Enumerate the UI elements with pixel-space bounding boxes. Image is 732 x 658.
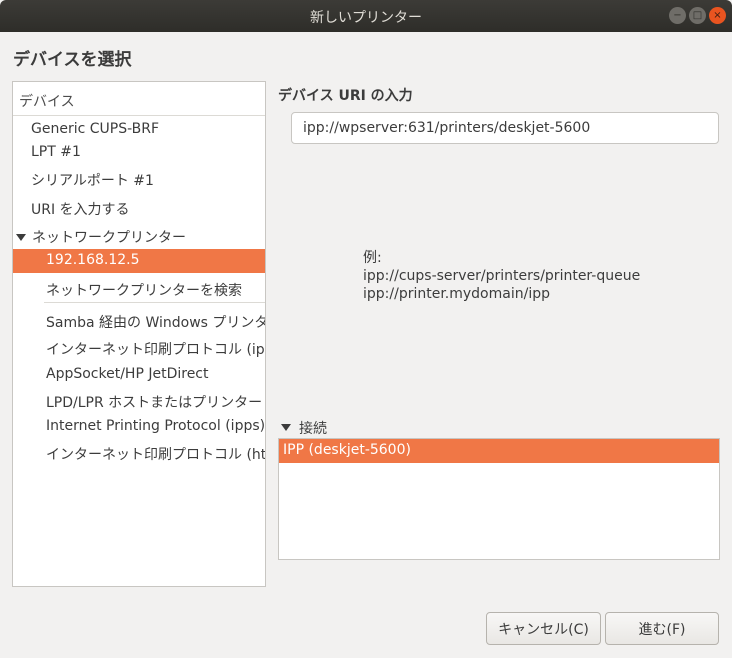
- device-item-label: LPT #1: [31, 144, 81, 160]
- example-line: ipp://cups-server/printers/printer-queue: [363, 268, 641, 284]
- maximize-button[interactable]: □: [689, 7, 706, 24]
- title-bar: 新しいプリンター − □ ×: [0, 0, 732, 32]
- device-item-generic-cups-brf[interactable]: Generic CUPS-BRF: [13, 118, 265, 142]
- connection-list[interactable]: IPP (deskjet-5600): [278, 438, 720, 560]
- list-separator: [44, 302, 265, 303]
- window-title: 新しいプリンター: [310, 10, 422, 26]
- device-item-label: URI を入力する: [31, 202, 130, 218]
- device-item-label: インターネット印刷プロトコル (https): [46, 447, 266, 463]
- connection-expander[interactable]: 接続: [281, 418, 327, 438]
- maximize-icon: □: [692, 9, 703, 21]
- device-item-https[interactable]: インターネット印刷プロトコル (https): [13, 441, 266, 465]
- device-item-label: Generic CUPS-BRF: [31, 121, 160, 137]
- close-button[interactable]: ×: [709, 7, 726, 24]
- device-item-label: Internet Printing Protocol (ipps): [46, 418, 266, 434]
- device-item-192-168-12-5[interactable]: 192.168.12.5: [13, 249, 265, 273]
- device-item-find-network-printer[interactable]: ネットワークプリンターを検索: [13, 277, 265, 301]
- device-item-label: Samba 経由の Windows プリンター: [46, 315, 266, 331]
- minimize-icon: −: [673, 9, 682, 21]
- example-line: ipp://printer.mydomain/ipp: [363, 286, 550, 302]
- forward-button-label: 進む(F): [638, 621, 686, 638]
- device-item-appsocket[interactable]: AppSocket/HP JetDirect: [13, 363, 265, 387]
- device-item-serial-port[interactable]: シリアルポート #1: [13, 167, 265, 191]
- connection-header-label: 接続: [299, 421, 327, 437]
- device-item-lpt1[interactable]: LPT #1: [13, 141, 265, 165]
- device-item-enter-uri[interactable]: URI を入力する: [13, 196, 265, 220]
- device-group-network-printer[interactable]: ネットワークプリンター: [13, 224, 265, 248]
- device-item-ipp[interactable]: インターネット印刷プロトコル (ipp): [13, 336, 266, 360]
- uri-label: デバイス URI の入力: [278, 88, 413, 104]
- device-list-header[interactable]: デバイス: [13, 82, 265, 116]
- section-title: デバイスを選択: [13, 50, 132, 70]
- device-item-label: ネットワークプリンター: [32, 230, 186, 246]
- close-icon: ×: [713, 9, 722, 21]
- device-item-label: インターネット印刷プロトコル (ipp): [46, 342, 266, 358]
- expander-down-icon: [281, 424, 291, 431]
- uri-input[interactable]: [291, 112, 719, 144]
- device-item-ipps[interactable]: Internet Printing Protocol (ipps): [13, 415, 266, 439]
- uri-example: 例: ipp://cups-server/printers/printer-qu…: [363, 249, 640, 303]
- example-heading: 例:: [363, 250, 382, 266]
- device-item-label: LPD/LPR ホストまたはプリンター: [46, 395, 263, 411]
- device-item-label: 192.168.12.5: [46, 252, 140, 268]
- device-item-samba-windows[interactable]: Samba 経由の Windows プリンター: [13, 309, 266, 333]
- cancel-button-label: キャンセル(C): [498, 621, 589, 638]
- device-item-lpd-lpr[interactable]: LPD/LPR ホストまたはプリンター: [13, 389, 265, 413]
- minimize-button[interactable]: −: [669, 7, 686, 24]
- cancel-button[interactable]: キャンセル(C): [486, 612, 601, 645]
- forward-button[interactable]: 進む(F): [605, 612, 719, 645]
- expander-down-icon[interactable]: [16, 234, 26, 241]
- device-item-label: AppSocket/HP JetDirect: [46, 366, 209, 382]
- device-item-label: ネットワークプリンターを検索: [46, 283, 242, 299]
- connection-item-ipp[interactable]: IPP (deskjet-5600): [279, 439, 719, 463]
- device-list[interactable]: デバイス Generic CUPS-BRF LPT #1 シリアルポート #1 …: [12, 81, 266, 587]
- connection-item-label: IPP (deskjet-5600): [283, 442, 411, 458]
- device-item-label: シリアルポート #1: [31, 173, 154, 189]
